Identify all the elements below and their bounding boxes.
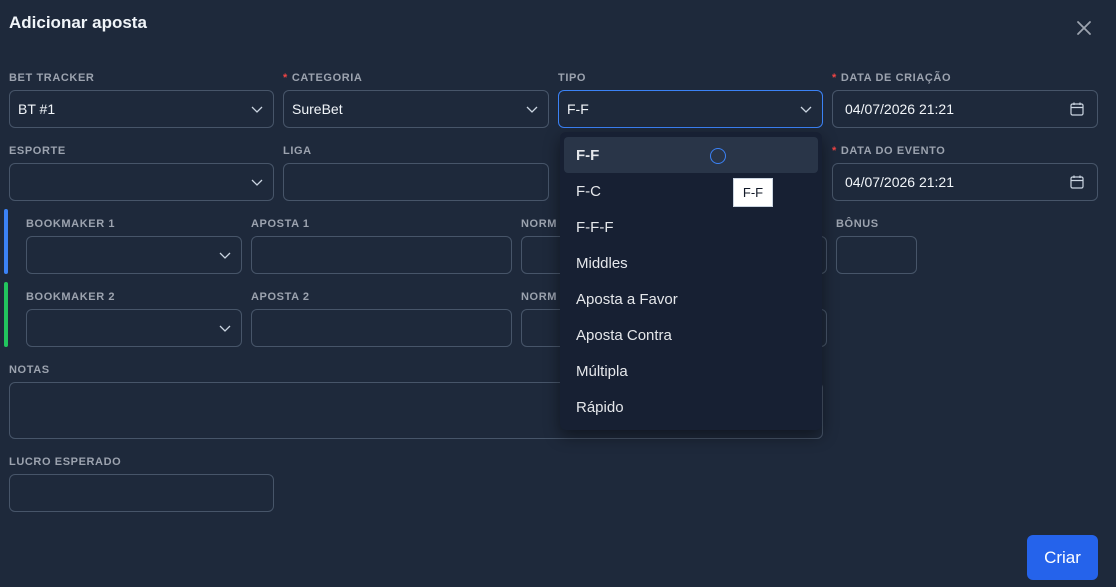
- lucro-esperado-label: LUCRO ESPERADO: [9, 456, 122, 468]
- tipo-option-f-f-f[interactable]: F-F-F: [564, 209, 818, 245]
- data-criacao-value: 04/07/2026 21:21: [845, 101, 954, 117]
- aposta2-label: APOSTA 2: [251, 291, 310, 303]
- norm1-label: NORM: [521, 218, 558, 230]
- option-tooltip: F-F: [733, 178, 773, 207]
- modal-title: Adicionar aposta: [9, 13, 147, 32]
- bookmaker2-label: BOOKMAKER 2: [26, 291, 116, 303]
- tipo-dropdown-menu: F-F F-C F-F-F Middles Aposta a Favor Apo…: [560, 132, 822, 430]
- data-criacao-label: * DATA DE CRIAÇÃO: [832, 72, 952, 84]
- tipo-option-f-c[interactable]: F-C: [564, 173, 818, 209]
- esporte-select[interactable]: [9, 163, 274, 201]
- chevron-down-icon: [249, 101, 265, 117]
- categoria-value: SureBet: [292, 101, 343, 117]
- aposta2-input[interactable]: [251, 309, 512, 347]
- data-criacao-input[interactable]: 04/07/2026 21:21: [832, 90, 1098, 128]
- liga-label: LIGA: [283, 145, 312, 157]
- calendar-icon[interactable]: [1069, 101, 1085, 117]
- required-marker: *: [832, 145, 837, 157]
- esporte-label: ESPORTE: [9, 145, 66, 157]
- calendar-icon[interactable]: [1069, 174, 1085, 190]
- norm2-label: NORM: [521, 291, 558, 303]
- bet-tracker-select[interactable]: BT #1: [9, 90, 274, 128]
- bet-tracker-label: BET TRACKER: [9, 72, 95, 84]
- tipo-option-multipla[interactable]: Múltipla: [564, 353, 818, 389]
- data-evento-value: 04/07/2026 21:21: [845, 174, 954, 190]
- notas-label: NOTAS: [9, 364, 50, 376]
- chevron-down-icon: [217, 247, 233, 263]
- close-icon: [1077, 21, 1091, 35]
- tipo-option-rapido[interactable]: Rápido: [564, 389, 818, 425]
- tipo-value: F-F: [567, 101, 589, 117]
- chevron-down-icon: [524, 101, 540, 117]
- bookmaker1-select[interactable]: [26, 236, 242, 274]
- bonus-label: BÔNUS: [836, 218, 879, 230]
- bookmaker2-select[interactable]: [26, 309, 242, 347]
- aposta1-label: APOSTA 1: [251, 218, 310, 230]
- tipo-select[interactable]: F-F: [558, 90, 823, 128]
- cursor-ring-icon: [710, 148, 726, 164]
- aposta1-input[interactable]: [251, 236, 512, 274]
- chevron-down-icon: [798, 101, 814, 117]
- chevron-down-icon: [249, 174, 265, 190]
- categoria-label: * CATEGORIA: [283, 72, 363, 84]
- tipo-option-aposta-a-favor[interactable]: Aposta a Favor: [564, 281, 818, 317]
- bookmaker2-accent-bar: [4, 282, 8, 347]
- bookmaker1-label: BOOKMAKER 1: [26, 218, 116, 230]
- required-marker: *: [283, 72, 288, 84]
- create-button[interactable]: Criar: [1027, 535, 1098, 580]
- categoria-select[interactable]: SureBet: [283, 90, 549, 128]
- tipo-option-f-f[interactable]: F-F: [564, 137, 818, 173]
- tipo-option-aposta-contra[interactable]: Aposta Contra: [564, 317, 818, 353]
- required-marker: *: [832, 72, 837, 84]
- tipo-label: TIPO: [558, 72, 587, 84]
- liga-input[interactable]: [283, 163, 549, 201]
- tipo-option-middles[interactable]: Middles: [564, 245, 818, 281]
- bonus-input[interactable]: [836, 236, 917, 274]
- bookmaker1-accent-bar: [4, 209, 8, 274]
- bet-tracker-value: BT #1: [18, 101, 56, 117]
- data-evento-input[interactable]: 04/07/2026 21:21: [832, 163, 1098, 201]
- lucro-esperado-input[interactable]: [9, 474, 274, 512]
- data-evento-label: * DATA DO EVENTO: [832, 145, 946, 157]
- close-button[interactable]: [1072, 16, 1096, 40]
- chevron-down-icon: [217, 320, 233, 336]
